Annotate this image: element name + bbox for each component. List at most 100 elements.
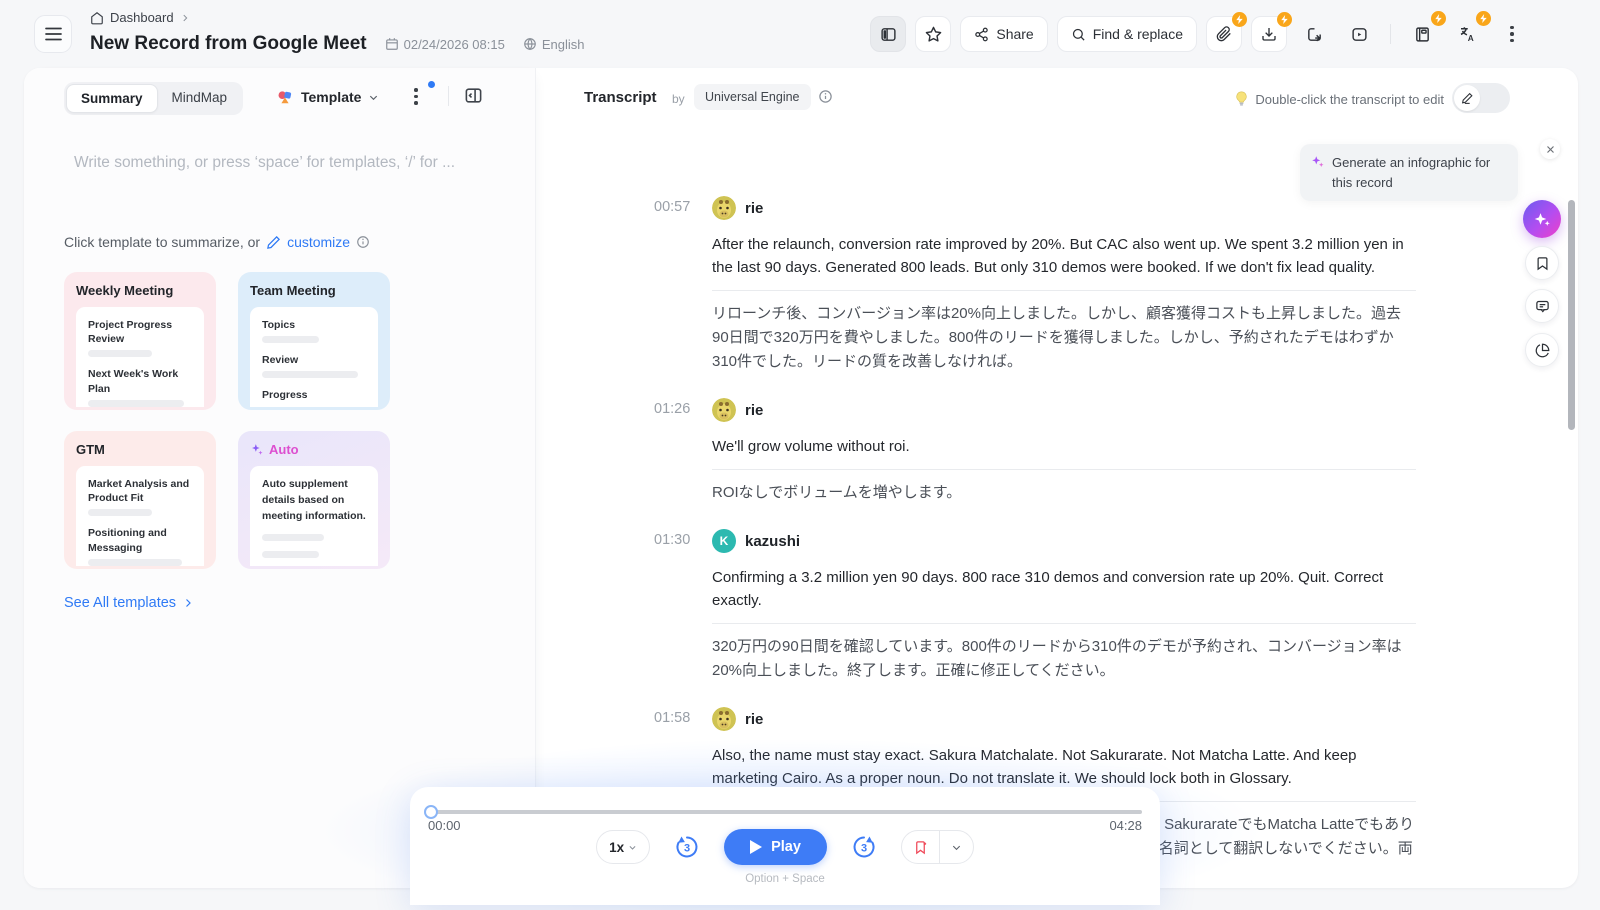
info-icon[interactable] — [818, 89, 833, 104]
entry-text-en[interactable]: Confirming a 3.2 million yen 90 days. 80… — [712, 566, 1416, 612]
share-icon — [974, 27, 989, 42]
tab-mindmap[interactable]: MindMap — [158, 84, 242, 113]
template-card-title: Weekly Meeting — [76, 283, 204, 298]
summary-editor[interactable]: Write something, or press ‘space’ for te… — [74, 154, 484, 172]
template-dropdown[interactable]: Template — [276, 88, 379, 106]
bookmark-icon — [1535, 256, 1550, 271]
export-button[interactable] — [1296, 16, 1332, 52]
entry-speaker[interactable]: rie — [712, 398, 1416, 422]
ai-assistant-button[interactable] — [1523, 200, 1561, 238]
template-card-team-meeting[interactable]: Team Meeting Topics Review Progress — [238, 272, 390, 410]
globe-icon — [523, 37, 537, 51]
chevron-down-icon — [628, 843, 637, 852]
transcript-entry: 01:26 rie We'll grow volume without roi.… — [654, 398, 1416, 505]
summary-more-button[interactable] — [414, 88, 418, 105]
comments-button[interactable] — [1525, 289, 1559, 323]
speaker-name: rie — [745, 402, 763, 419]
calendar-icon — [385, 37, 399, 51]
entry-text-ja[interactable]: リローンチ後、コンバージョン率は20%向上しました。しかし、顧客獲得コストも上昇… — [712, 302, 1416, 374]
template-card-gtm[interactable]: GTM Market Analysis and Product Fit Posi… — [64, 431, 216, 569]
collapse-panel-button[interactable] — [464, 86, 483, 105]
shortcut-hint: Option + Space — [410, 873, 1160, 885]
analytics-button[interactable] — [1525, 333, 1559, 367]
template-label: Template — [301, 89, 361, 105]
summarize-hint: Click template to summarize, or customiz… — [64, 234, 370, 250]
entry-timestamp[interactable]: 01:30 — [654, 529, 712, 683]
favorite-button[interactable] — [915, 16, 951, 52]
customize-link[interactable]: customize — [287, 234, 350, 250]
see-all-templates-link[interactable]: See All templates — [64, 595, 194, 611]
find-replace-label: Find & replace — [1093, 26, 1183, 42]
more-options-button[interactable] — [1494, 16, 1530, 52]
template-item: Review — [262, 353, 366, 367]
progress-bar[interactable] — [428, 810, 1142, 814]
entry-text-ja[interactable]: 320万円の90日間を確認しています。800件のリードから310件のデモが予約さ… — [712, 635, 1416, 683]
breadcrumb-label: Dashboard — [110, 10, 174, 25]
entry-timestamp[interactable]: 01:26 — [654, 398, 712, 505]
summarize-hint-text: Click template to summarize, or — [64, 234, 260, 250]
playback-speed-button[interactable]: 1x — [596, 830, 650, 864]
transcript-by-label: by — [672, 92, 685, 106]
search-icon — [1071, 27, 1086, 42]
bookmark-control — [901, 830, 974, 864]
rewind-3-button[interactable]: 3 — [674, 834, 700, 860]
template-card-weekly-meeting[interactable]: Weekly Meeting Project Progress Review N… — [64, 272, 216, 410]
toggle-sidebar-button[interactable] — [870, 16, 906, 52]
entry-speaker[interactable]: rie — [712, 707, 1416, 731]
avatar-rie-giraffe — [712, 398, 736, 422]
template-auto-description: Auto supplement details based on meeting… — [262, 477, 366, 524]
translate-button[interactable]: A — [1449, 16, 1485, 52]
share-button[interactable]: Share — [960, 16, 1047, 52]
entry-text-en[interactable]: After the relaunch, conversion rate impr… — [712, 233, 1416, 279]
summary-panel: Summary MindMap Template Write something… — [24, 68, 536, 888]
engine-badge[interactable]: Universal Engine — [694, 84, 811, 110]
speed-value: 1x — [609, 840, 624, 855]
attachments-button[interactable] — [1206, 16, 1242, 52]
flash-badge-icon — [1232, 12, 1247, 27]
download-button[interactable] — [1251, 16, 1287, 52]
edit-mode-toggle[interactable] — [1452, 83, 1510, 113]
ai-infographic-tooltip[interactable]: Generate an infographic for this record — [1300, 144, 1518, 201]
star-icon — [925, 26, 942, 43]
transcript-entry: 00:57 rie After the relaunch, conversion… — [654, 196, 1416, 374]
forward-3-icon: 3 — [851, 834, 877, 860]
bookmarks-button[interactable] — [1525, 246, 1559, 280]
info-icon — [356, 235, 370, 249]
entry-divider — [712, 469, 1416, 470]
main-menu-button[interactable] — [34, 15, 72, 53]
template-card-auto[interactable]: Auto Auto supplement details based on me… — [238, 431, 390, 569]
toolbar-divider — [1390, 24, 1391, 44]
entry-text-en[interactable]: We'll grow volume without roi. — [712, 435, 1416, 458]
breadcrumb[interactable]: Dashboard — [90, 10, 190, 25]
record-language[interactable]: English — [523, 37, 585, 52]
translate-icon: A — [1458, 25, 1476, 43]
chevron-right-icon — [182, 597, 194, 609]
add-bookmark-button[interactable] — [902, 831, 939, 863]
flash-badge-icon — [1277, 12, 1292, 27]
close-tooltip-button[interactable] — [1540, 139, 1560, 159]
chevron-down-icon — [951, 842, 962, 853]
entry-speaker[interactable]: K kazushi — [712, 529, 1416, 553]
pencil-icon — [266, 235, 281, 250]
transcript-title: Transcript — [584, 89, 657, 106]
entry-text-en[interactable]: Also, the name must stay exact. Sakura M… — [712, 744, 1416, 790]
forward-3-button[interactable]: 3 — [851, 834, 877, 860]
media-file-button[interactable] — [1341, 16, 1377, 52]
export-icon — [1306, 26, 1323, 43]
play-button[interactable]: Play — [724, 829, 827, 865]
progress-handle[interactable] — [424, 805, 438, 819]
pie-chart-icon — [1535, 343, 1550, 358]
home-icon — [90, 11, 104, 25]
kebab-icon — [414, 88, 418, 105]
sparkle-icon — [250, 443, 264, 457]
entry-text-ja[interactable]: ROIなしでボリュームを増やします。 — [712, 481, 1416, 505]
transcript-entry: 01:30 K kazushi Confirming a 3.2 million… — [654, 529, 1416, 683]
find-replace-button[interactable]: Find & replace — [1057, 16, 1197, 52]
paperclip-icon — [1216, 26, 1232, 42]
entry-timestamp[interactable]: 00:57 — [654, 196, 712, 374]
bookmark-menu-button[interactable] — [940, 831, 973, 863]
transcript-scrollbar[interactable] — [1568, 200, 1575, 430]
tab-summary[interactable]: Summary — [66, 84, 158, 113]
entry-divider — [712, 290, 1416, 291]
notes-button[interactable] — [1404, 16, 1440, 52]
